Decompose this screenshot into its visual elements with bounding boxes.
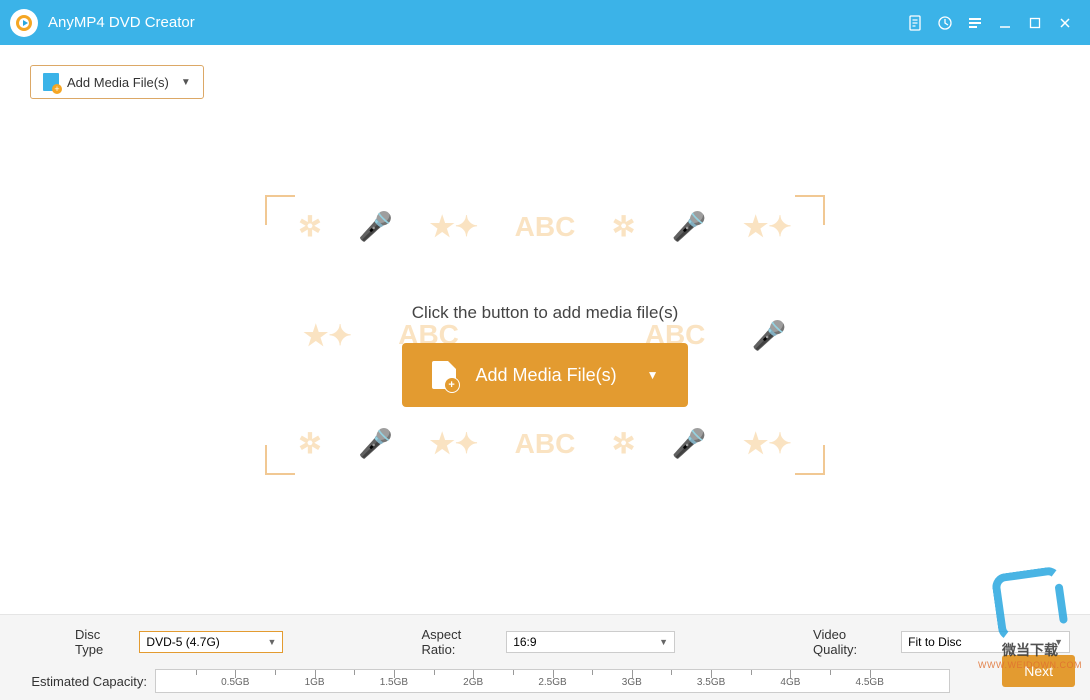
disc-type-label: Disc Type [75,627,131,657]
background-icons: ✲🎤★✦ABC✲🎤★✦ ★✦ABCABC🎤 ✲🎤★✦ABC✲🎤★✦ [280,210,810,460]
history-icon[interactable] [930,8,960,38]
main-content: ✲🎤★✦ABC✲🎤★✦ ★✦ABCABC🎤 ✲🎤★✦ABC✲🎤★✦ Click … [0,100,1090,570]
tick-label: 3GB [622,677,642,688]
register-icon[interactable] [900,8,930,38]
next-label: Next [1024,663,1053,679]
menu-icon[interactable] [960,8,990,38]
tick-label: 4.5GB [856,677,884,688]
disc-type-value: DVD-5 (4.7G) [146,635,219,649]
minimize-icon[interactable] [990,8,1020,38]
next-button[interactable]: Next [1002,655,1075,687]
video-quality-label: Video Quality: [813,627,893,657]
tick-label: 1.5GB [380,677,408,688]
add-media-label: Add Media File(s) [67,75,169,90]
hint-text: Click the button to add media file(s) [412,303,678,323]
close-icon[interactable] [1050,8,1080,38]
add-media-button-big[interactable]: Add Media File(s) ▼ [402,343,689,407]
chevron-down-icon: ▼ [181,77,191,88]
app-title: AnyMP4 DVD Creator [48,14,195,31]
tick-label: 1GB [305,677,325,688]
aspect-ratio-value: 16:9 [513,635,536,649]
corner-decor [795,445,825,475]
capacity-ruler: 0.5GB 1GB 1.5GB 2GB 2.5GB 3GB 3.5GB 4GB 4.5GB [155,669,950,693]
drop-zone[interactable]: ✲🎤★✦ABC✲🎤★✦ ★✦ABCABC🎤 ✲🎤★✦ABC✲🎤★✦ Click … [265,195,825,475]
chevron-down-icon: ▼ [1054,637,1063,647]
tick-label: 2GB [463,677,483,688]
aspect-ratio-label: Aspect Ratio: [421,627,498,657]
tick-label: 2.5GB [538,677,566,688]
capacity-label: Estimated Capacity: [20,674,155,689]
add-file-icon [43,73,59,91]
chevron-down-icon: ▼ [268,637,277,647]
titlebar: AnyMP4 DVD Creator [0,0,1090,45]
add-media-button-small[interactable]: Add Media File(s) ▼ [30,65,204,99]
tick-label: 0.5GB [221,677,249,688]
tick-label: 4GB [780,677,800,688]
aspect-ratio-select[interactable]: 16:9 ▼ [506,631,675,653]
selectors-row: Disc Type DVD-5 (4.7G) ▼ Aspect Ratio: 1… [20,627,1070,657]
video-quality-value: Fit to Disc [908,635,961,649]
add-media-label: Add Media File(s) [476,365,617,386]
app-logo [10,9,38,37]
video-quality-select[interactable]: Fit to Disc ▼ [901,631,1070,653]
toolbar: Add Media File(s) ▼ [0,45,1090,99]
disc-type-select[interactable]: DVD-5 (4.7G) ▼ [139,631,283,653]
corner-decor [265,195,295,225]
tick-label: 3.5GB [697,677,725,688]
add-file-icon [432,361,456,389]
corner-decor [795,195,825,225]
chevron-down-icon: ▼ [647,368,659,382]
maximize-icon[interactable] [1020,8,1050,38]
corner-decor [265,445,295,475]
chevron-down-icon: ▼ [659,637,668,647]
capacity-row: Estimated Capacity: 0.5GB 1GB 1.5GB 2GB 2.5G… [20,669,1070,693]
bottom-panel: Disc Type DVD-5 (4.7G) ▼ Aspect Ratio: 1… [0,614,1090,700]
